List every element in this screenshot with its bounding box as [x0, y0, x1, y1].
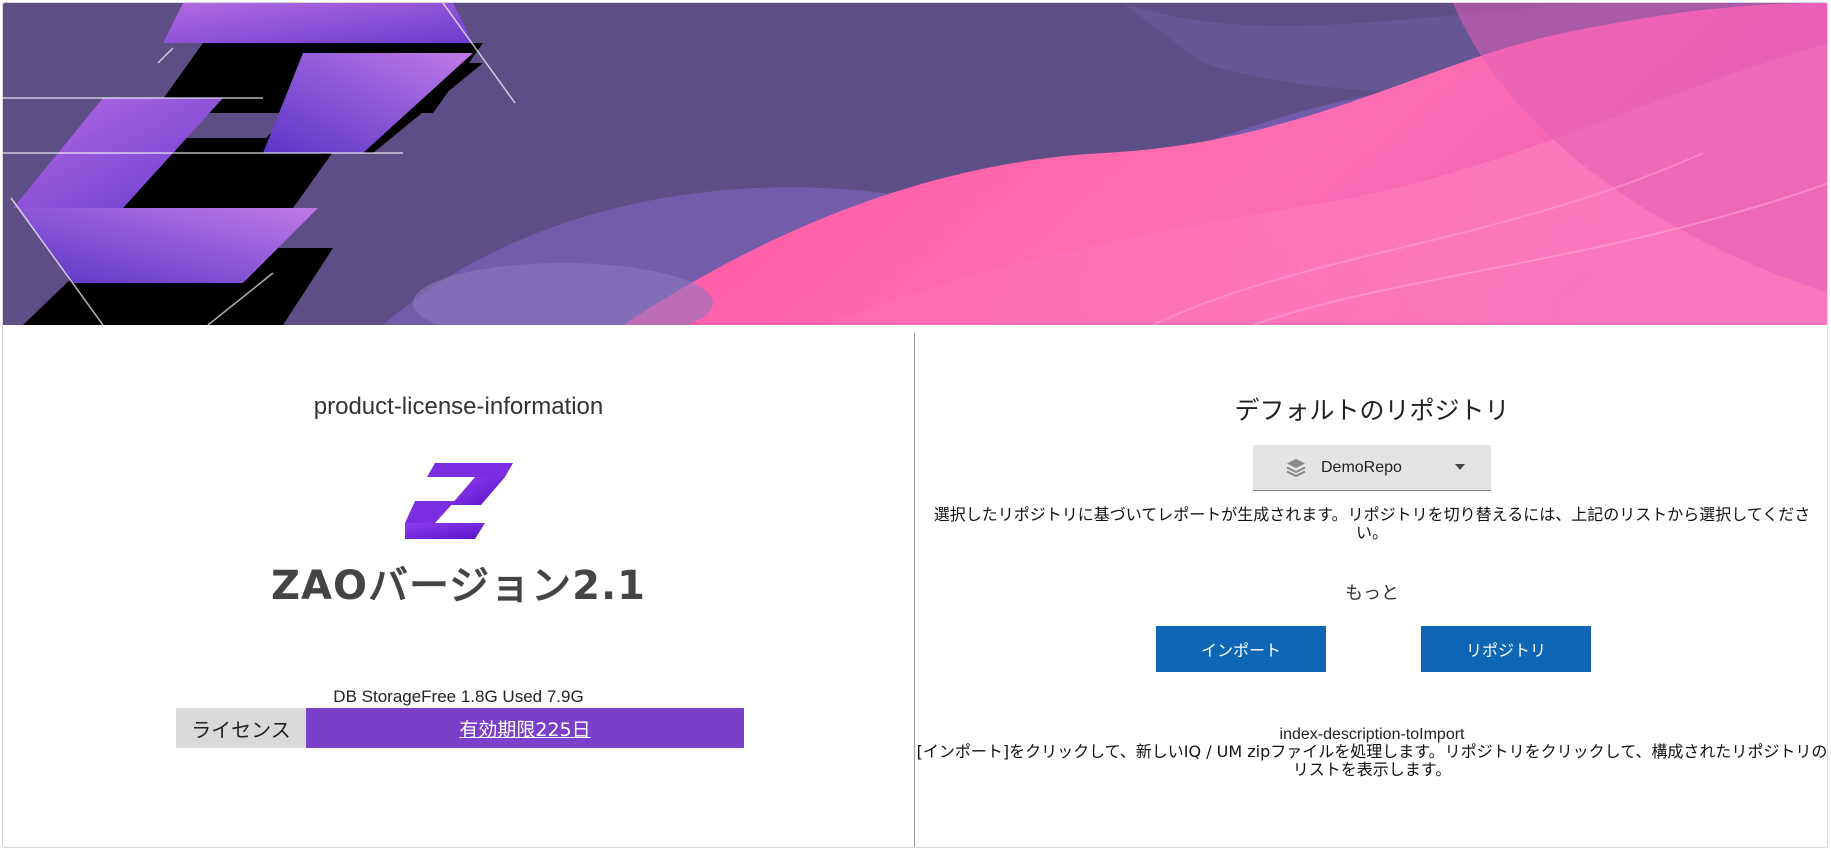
license-panel-title: product-license-information	[313, 393, 604, 420]
banner-artwork	[3, 3, 1827, 325]
default-repository-title: デフォルトのリポジトリ	[1234, 396, 1510, 425]
license-expiry-link[interactable]: 有効期限225日	[306, 708, 744, 748]
license-label: ライセンス	[176, 708, 306, 748]
repository-select[interactable]: DemoRepo	[1253, 445, 1491, 491]
header-banner	[3, 3, 1827, 325]
license-panel: product-license-information ZAOバージョン2.1 …	[3, 325, 914, 847]
app-frame: product-license-information ZAOバージョン2.1 …	[2, 2, 1828, 848]
repository-select-value: DemoRepo	[1321, 458, 1402, 476]
layers-icon	[1286, 458, 1306, 477]
content-panels: product-license-information ZAOバージョン2.1 …	[3, 325, 1828, 847]
chevron-down-icon	[1455, 464, 1465, 470]
repository-panel: デフォルトのリポジトリ DemoRepo 選択したリポジトリに基づいてレポートが…	[915, 325, 1828, 847]
more-label: もっと	[1345, 583, 1399, 604]
license-bar: ライセンス 有効期限225日	[176, 708, 744, 748]
product-version: ZAOバージョン2.1	[270, 563, 647, 609]
db-storage-info: DB StorageFree 1.8G Used 7.9G	[333, 687, 584, 706]
import-description-text: [インポート]をクリックして、新しいIQ / UM zipファイルを処理します。…	[916, 742, 1828, 779]
import-button[interactable]: インポート	[1156, 626, 1326, 672]
repository-button[interactable]: リポジトリ	[1421, 626, 1591, 672]
repository-description: 選択したリポジトリに基づいてレポートが生成されます。リポジトリを切り替えるには、…	[933, 505, 1811, 542]
zao-logo-icon	[405, 463, 513, 539]
